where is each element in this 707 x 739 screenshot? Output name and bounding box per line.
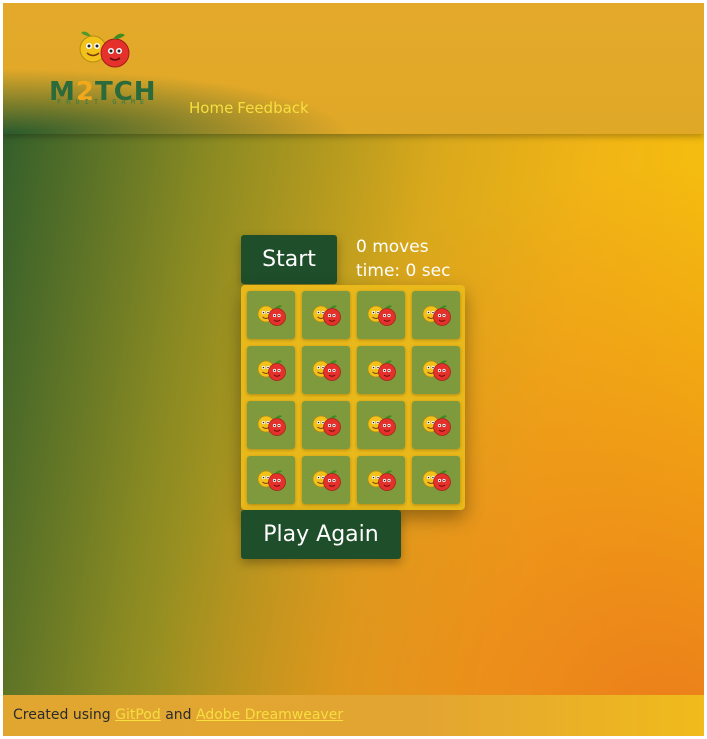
play-again-button[interactable]: Play Again bbox=[241, 510, 401, 559]
memory-card[interactable] bbox=[302, 401, 350, 449]
nav-feedback-link[interactable]: Feedback bbox=[237, 99, 308, 117]
start-button[interactable]: Start bbox=[241, 235, 337, 284]
site-header: M2TCH FRUIT GAME Home Feedback bbox=[3, 3, 704, 134]
fruit-faces-icon bbox=[257, 415, 286, 436]
logo-subtitle: FRUIT GAME bbox=[57, 98, 150, 106]
memory-card[interactable] bbox=[302, 456, 350, 504]
fruit-faces-icon bbox=[312, 470, 341, 491]
memory-card[interactable] bbox=[247, 346, 295, 394]
moves-counter: 0 moves bbox=[356, 237, 429, 257]
fruit-faces-icon bbox=[312, 415, 341, 436]
memory-card[interactable] bbox=[412, 346, 460, 394]
fruit-faces-icon bbox=[257, 360, 286, 381]
memory-card[interactable] bbox=[357, 401, 405, 449]
memory-card[interactable] bbox=[357, 346, 405, 394]
dreamweaver-link[interactable]: Adobe Dreamweaver bbox=[196, 707, 343, 723]
fruit-faces-icon bbox=[422, 415, 451, 436]
gitpod-link[interactable]: GitPod bbox=[115, 707, 161, 723]
memory-card[interactable] bbox=[302, 291, 350, 339]
site-footer: Created using GitPod and Adobe Dreamweav… bbox=[3, 695, 704, 736]
fruit-faces-icon bbox=[312, 305, 341, 326]
fruit-faces-icon bbox=[367, 305, 396, 326]
footer-text: Created using GitPod and Adobe Dreamweav… bbox=[13, 707, 344, 723]
memory-card[interactable] bbox=[412, 401, 460, 449]
nav-home-link[interactable]: Home bbox=[189, 99, 233, 117]
fruit-faces-icon bbox=[312, 360, 341, 381]
memory-card[interactable] bbox=[302, 346, 350, 394]
fruit-faces-icon bbox=[367, 415, 396, 436]
page-frame: M2TCH FRUIT GAME Home Feedback Start 0 mo… bbox=[3, 3, 704, 736]
memory-card[interactable] bbox=[247, 456, 295, 504]
game-board bbox=[241, 285, 465, 510]
fruit-faces-icon bbox=[257, 470, 286, 491]
fruit-faces-icon bbox=[257, 305, 286, 326]
fruit-faces-icon bbox=[367, 360, 396, 381]
memory-card[interactable] bbox=[412, 456, 460, 504]
fruit-faces-icon bbox=[422, 360, 451, 381]
memory-card[interactable] bbox=[412, 291, 460, 339]
memory-card[interactable] bbox=[247, 291, 295, 339]
time-counter: time: 0 sec bbox=[356, 261, 451, 281]
fruit-faces-icon bbox=[422, 305, 451, 326]
memory-card[interactable] bbox=[357, 291, 405, 339]
memory-card[interactable] bbox=[247, 401, 295, 449]
fruit-faces-icon bbox=[367, 470, 396, 491]
nav-bar: Home Feedback bbox=[189, 99, 313, 117]
fruit-faces-icon bbox=[422, 470, 451, 491]
memory-card[interactable] bbox=[357, 456, 405, 504]
